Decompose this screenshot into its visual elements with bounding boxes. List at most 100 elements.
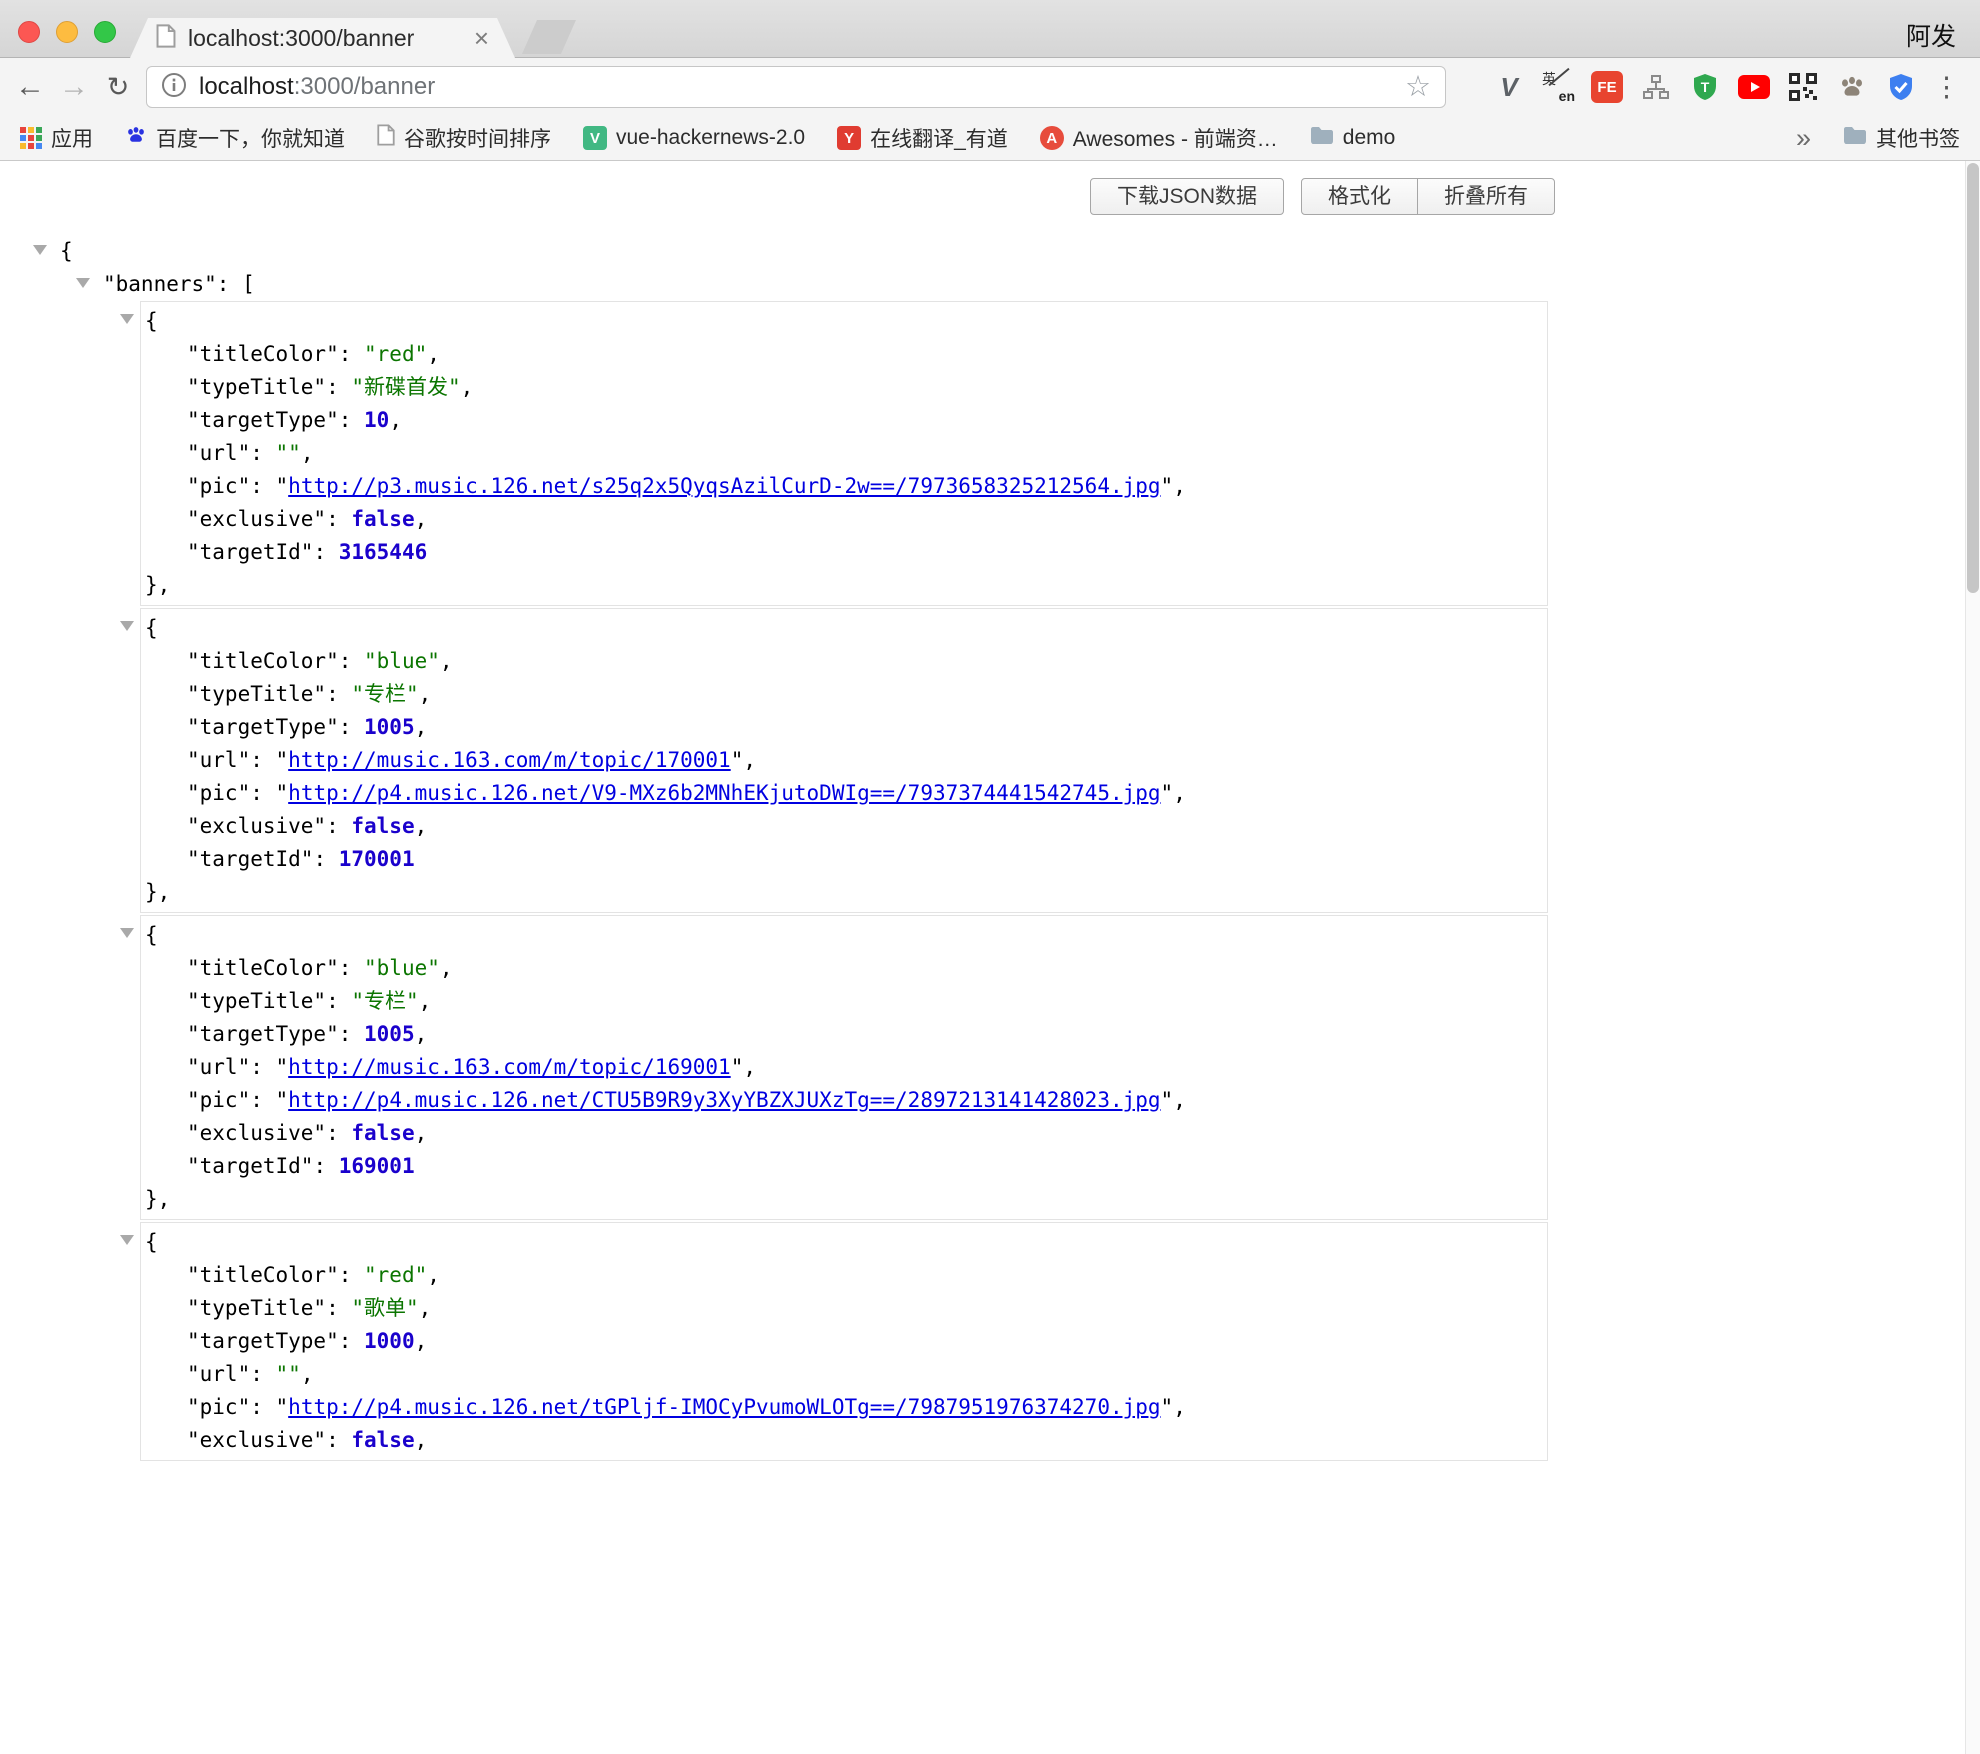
browser-tab[interactable]: localhost:3000/banner × bbox=[130, 18, 515, 58]
collapse-toggle-icon[interactable] bbox=[120, 1235, 134, 1245]
json-line: }, bbox=[141, 1183, 1547, 1216]
json-line: { bbox=[141, 1226, 1547, 1259]
shield-check-extension-icon[interactable] bbox=[1883, 69, 1919, 105]
json-link-value[interactable]: http://p4.music.126.net/CTU5B9R9y3XyYBZX… bbox=[288, 1088, 1160, 1112]
qrcode-extension-icon[interactable] bbox=[1785, 69, 1821, 105]
open-brace: { bbox=[145, 1230, 158, 1254]
json-key: "titleColor" bbox=[187, 956, 339, 980]
json-number-value: 1005 bbox=[364, 1022, 415, 1046]
bookmark-label: Awesomes - 前端资… bbox=[1073, 123, 1278, 153]
json-key: "url" bbox=[187, 748, 250, 772]
json-tree: {"banners": [{"titleColor": "red","typeT… bbox=[0, 235, 1565, 1461]
collapse-toggle-icon[interactable] bbox=[33, 245, 47, 255]
json-key: "targetId" bbox=[187, 540, 313, 564]
collapse-toggle-icon[interactable] bbox=[120, 928, 134, 938]
json-property-line: "pic": "http://p3.music.126.net/s25q2x5Q… bbox=[141, 470, 1547, 503]
json-property-line: "typeTitle": "专栏", bbox=[141, 985, 1547, 1018]
json-key: "pic" bbox=[187, 1088, 250, 1112]
sitemap-extension-icon[interactable] bbox=[1638, 69, 1674, 105]
open-brace: { bbox=[145, 923, 158, 947]
profile-name[interactable]: 阿发 bbox=[1906, 17, 1956, 53]
json-property-line: "targetType": 1005, bbox=[141, 711, 1547, 744]
bookmark-vue-hackernews[interactable]: V vue-hackernews-2.0 bbox=[583, 126, 805, 150]
reload-button[interactable]: ↻ bbox=[96, 74, 140, 101]
json-key: "url" bbox=[187, 441, 250, 465]
bookmark-awesomes[interactable]: A Awesomes - 前端资… bbox=[1040, 123, 1278, 153]
json-array-item: {"titleColor": "blue","typeTitle": "专栏",… bbox=[140, 915, 1548, 1220]
json-string-value: "blue" bbox=[364, 956, 440, 980]
youtube-extension-icon[interactable] bbox=[1736, 69, 1772, 105]
json-key: "typeTitle" bbox=[187, 1296, 326, 1320]
fe-badge: FE bbox=[1591, 71, 1623, 103]
json-key: "exclusive" bbox=[187, 814, 326, 838]
close-brace: }, bbox=[145, 1187, 170, 1211]
translate-extension-icon[interactable]: 英 en bbox=[1540, 69, 1576, 105]
collapse-toggle-icon[interactable] bbox=[120, 621, 134, 631]
en-glyph: en bbox=[1559, 88, 1575, 104]
bookmark-baidu[interactable]: 百度一下，你就知道 bbox=[125, 123, 345, 153]
folder-icon bbox=[1843, 125, 1867, 151]
bookmark-star-icon[interactable]: ☆ bbox=[1405, 73, 1431, 102]
json-link-value[interactable]: http://music.163.com/m/topic/170001 bbox=[288, 748, 731, 772]
bookmark-label: 在线翻译_有道 bbox=[870, 123, 1008, 153]
fe-extension-icon[interactable]: FE bbox=[1589, 69, 1625, 105]
json-link-value[interactable]: http://p4.music.126.net/tGPljf-IMOCyPvum… bbox=[288, 1395, 1160, 1419]
json-key: "exclusive" bbox=[187, 1121, 326, 1145]
extensions-row: V 英 en FE T bbox=[1491, 69, 1919, 105]
new-tab-button[interactable] bbox=[522, 20, 576, 54]
bookmarks-bar: 应用 百度一下，你就知道 谷歌按时间排序 V vue-hackernews-2.… bbox=[0, 116, 1980, 161]
json-root-line: { bbox=[0, 235, 1565, 268]
collapse-toggle-icon[interactable] bbox=[120, 314, 134, 324]
json-key: "targetType" bbox=[187, 408, 339, 432]
format-button[interactable]: 格式化 bbox=[1301, 178, 1418, 215]
json-bool-value: false bbox=[351, 507, 414, 531]
json-key: "targetId" bbox=[187, 1154, 313, 1178]
scrollbar-thumb[interactable] bbox=[1967, 163, 1979, 593]
close-brace: }, bbox=[145, 573, 170, 597]
json-property-line: "url": "http://music.163.com/m/topic/170… bbox=[141, 744, 1547, 777]
shield-t-extension-icon[interactable]: T bbox=[1687, 69, 1723, 105]
json-property-line: "targetId": 3165446 bbox=[141, 536, 1547, 569]
v-glyph: V bbox=[1500, 72, 1517, 103]
json-property-line: "typeTitle": "歌单", bbox=[141, 1292, 1547, 1325]
bookmarks-overflow-icon[interactable]: » bbox=[1796, 123, 1811, 154]
json-key: "targetId" bbox=[187, 847, 313, 871]
url-text[interactable]: localhost:3000/banner bbox=[199, 73, 435, 101]
forward-button[interactable]: → bbox=[52, 72, 96, 102]
window-close-button[interactable] bbox=[18, 21, 40, 43]
bookmark-label: 谷歌按时间排序 bbox=[404, 123, 551, 153]
awesomes-icon: A bbox=[1040, 126, 1064, 150]
open-brace: { bbox=[145, 309, 158, 333]
json-key: "exclusive" bbox=[187, 1428, 326, 1452]
json-key: "titleColor" bbox=[187, 342, 339, 366]
collapse-all-button[interactable]: 折叠所有 bbox=[1417, 178, 1555, 215]
download-json-button[interactable]: 下载JSON数据 bbox=[1090, 178, 1284, 215]
json-string-value: "blue" bbox=[364, 649, 440, 673]
bookmark-demo-folder[interactable]: demo bbox=[1310, 125, 1396, 151]
json-key: "pic" bbox=[187, 474, 250, 498]
url-host: localhost bbox=[199, 73, 294, 100]
json-link-value[interactable]: http://music.163.com/m/topic/169001 bbox=[288, 1055, 731, 1079]
json-key: "typeTitle" bbox=[187, 375, 326, 399]
bookmark-google-sort[interactable]: 谷歌按时间排序 bbox=[377, 123, 551, 153]
bookmark-youdao[interactable]: Y 在线翻译_有道 bbox=[837, 123, 1008, 153]
page-scrollbar[interactable] bbox=[1965, 161, 1980, 1754]
json-bool-value: false bbox=[351, 1428, 414, 1452]
json-link-value[interactable]: http://p3.music.126.net/s25q2x5QyqsAzilC… bbox=[288, 474, 1160, 498]
vimium-extension-icon[interactable]: V bbox=[1491, 69, 1527, 105]
window-minimize-button[interactable] bbox=[56, 21, 78, 43]
json-link-value[interactable]: http://p4.music.126.net/V9-MXz6b2MNhEKju… bbox=[288, 781, 1160, 805]
collapse-toggle-icon[interactable] bbox=[76, 278, 90, 288]
page-info-icon[interactable] bbox=[161, 72, 187, 103]
format-button-group: 格式化 折叠所有 bbox=[1301, 178, 1555, 215]
json-key: "typeTitle" bbox=[187, 989, 326, 1013]
paw-extension-icon[interactable] bbox=[1834, 69, 1870, 105]
bookmark-apps[interactable]: 应用 bbox=[20, 123, 93, 153]
tab-close-icon[interactable]: × bbox=[474, 25, 489, 51]
window-maximize-button[interactable] bbox=[94, 21, 116, 43]
back-button[interactable]: ← bbox=[8, 72, 52, 102]
browser-menu-icon[interactable]: ⋮ bbox=[1933, 72, 1960, 103]
other-bookmarks[interactable]: 其他书签 bbox=[1843, 123, 1960, 153]
json-array-item: {"titleColor": "blue","typeTitle": "专栏",… bbox=[140, 608, 1548, 913]
address-bar[interactable]: localhost:3000/banner ☆ bbox=[146, 66, 1446, 108]
